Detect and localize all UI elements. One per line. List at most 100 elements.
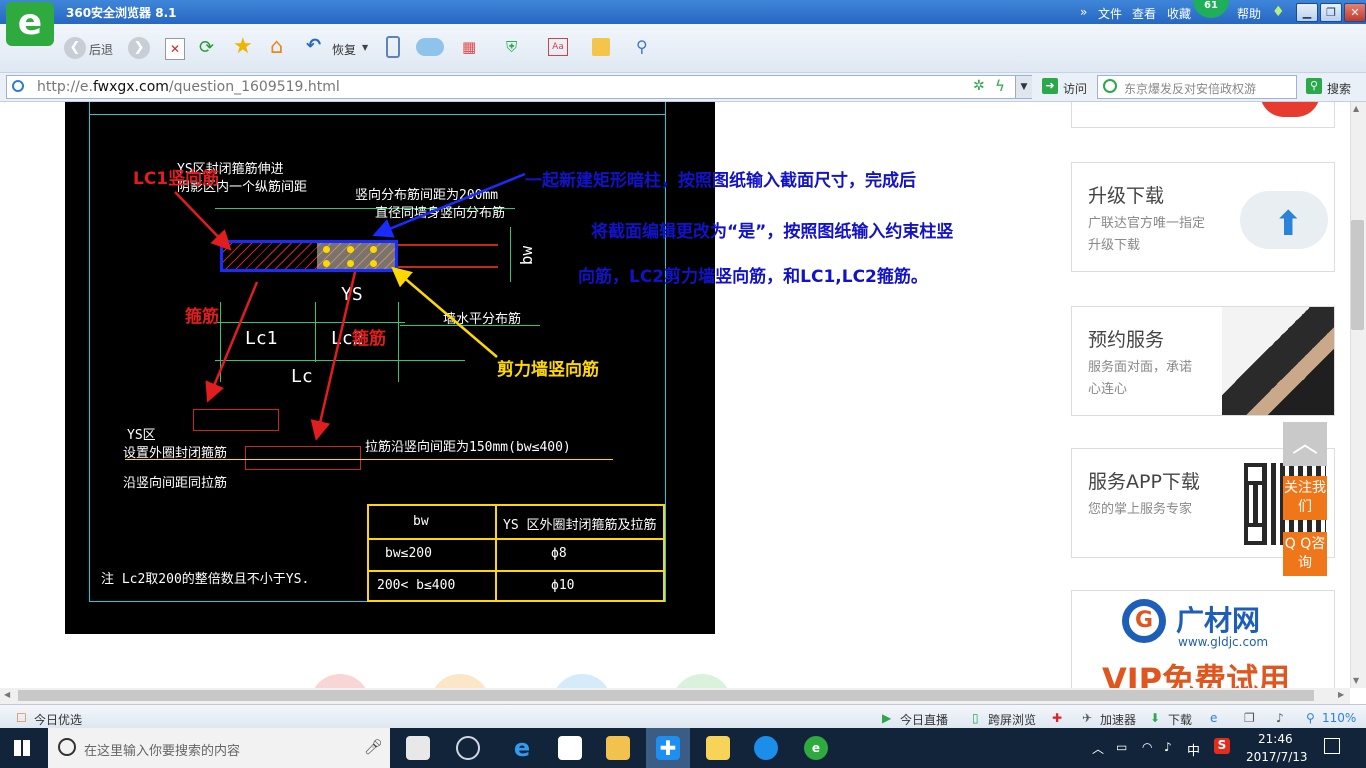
- loading-icon[interactable]: ✲: [973, 78, 985, 94]
- accelerator-link[interactable]: 加速器: [1100, 711, 1136, 728]
- remote-app-icon[interactable]: ✚: [656, 736, 680, 760]
- download-link[interactable]: 下载: [1168, 711, 1192, 728]
- accelerator-icon[interactable]: ✈: [1082, 711, 1092, 725]
- horizontal-scroll-thumb[interactable]: [18, 690, 1314, 701]
- microphone-icon[interactable]: 🎤︎: [364, 738, 383, 756]
- menu-help[interactable]: 帮助: [1237, 5, 1261, 22]
- live-link[interactable]: 今日直播: [900, 711, 948, 728]
- font-size-icon[interactable]: Aa: [548, 38, 568, 56]
- screenshot-icon[interactable]: [592, 38, 610, 56]
- ad-brand: 广材网: [1176, 604, 1261, 637]
- restore-button[interactable]: ❐: [1320, 3, 1342, 22]
- scroll-left-icon[interactable]: ◀: [4, 690, 10, 699]
- tray-expand-icon[interactable]: ︿: [1092, 740, 1104, 757]
- zoom-search-icon[interactable]: ⚲: [636, 37, 648, 56]
- scroll-right-icon[interactable]: ▶: [1338, 690, 1344, 699]
- vertical-scroll-thumb[interactable]: [1351, 220, 1364, 330]
- tray-sogou-icon[interactable]: S: [1214, 738, 1230, 754]
- back-label[interactable]: 后退: [89, 41, 113, 58]
- menu-overflow-icon[interactable]: »: [1080, 5, 1087, 19]
- edge-icon[interactable]: e: [510, 736, 534, 760]
- window-switch-icon[interactable]: ❐: [1244, 711, 1255, 725]
- store-icon[interactable]: [558, 736, 582, 760]
- glodon-app-icon[interactable]: [754, 736, 778, 760]
- go-button[interactable]: 访问: [1063, 80, 1087, 97]
- page-content: YS区封闭箍筋伸进 阴影区内一个纵筋间距 竖向分布筋间距为200mm 直径同墙身…: [0, 102, 1350, 688]
- home-icon[interactable]: ⌂: [270, 34, 283, 58]
- address-dropdown-icon[interactable]: ▼: [1015, 76, 1032, 98]
- undo-close-icon[interactable]: ↶: [306, 35, 321, 56]
- annotation-stirrup-2: 箍筋: [352, 329, 386, 349]
- browser-home-logo-icon[interactable]: e: [6, 2, 54, 46]
- page-icon: [12, 80, 24, 92]
- health-icon[interactable]: ✚: [1052, 711, 1062, 725]
- gldjc-logo-icon: G: [1122, 599, 1166, 643]
- tray-volume-icon[interactable]: ♪: [1164, 740, 1172, 754]
- menu-view[interactable]: 查看: [1132, 5, 1156, 22]
- minimize-button[interactable]: ▁: [1296, 3, 1318, 22]
- scroll-up-icon[interactable]: ▲: [1353, 104, 1359, 113]
- search-box[interactable]: 东京爆发反对安倍政权游: [1097, 75, 1297, 99]
- sidebar-card-appointment[interactable]: 预约服务 服务面对面，承诺心连心: [1071, 306, 1335, 416]
- zoom-level[interactable]: 110%: [1322, 711, 1356, 725]
- apps-grid-icon[interactable]: ▦: [462, 38, 480, 56]
- download-icon[interactable]: ⬇: [1150, 711, 1160, 725]
- task-view-icon[interactable]: [406, 736, 430, 760]
- restore-tab-label[interactable]: 恢复: [332, 41, 356, 58]
- follow-us-button[interactable]: 关注我们: [1283, 476, 1327, 520]
- daily-pick-link[interactable]: 今日优选: [34, 711, 82, 728]
- back-to-top-button[interactable]: ︿: [1283, 422, 1327, 466]
- qq-consult-button[interactable]: Q Q咨询: [1283, 532, 1327, 576]
- zoom-icon[interactable]: ⚲: [1306, 711, 1315, 725]
- scroll-down-icon[interactable]: ▼: [1353, 676, 1359, 685]
- search-input[interactable]: 东京爆发反对安倍政权游: [1124, 80, 1256, 97]
- sidebar-card-top[interactable]: [1071, 102, 1335, 128]
- speed-bolt-icon[interactable]: ϟ: [995, 77, 1005, 95]
- upgrade-title[interactable]: 升级下载: [1088, 181, 1164, 208]
- tray-wifi-icon[interactable]: ◠: [1142, 740, 1152, 754]
- notes-app-icon[interactable]: [706, 736, 730, 760]
- action-center-icon[interactable]: [1324, 738, 1340, 754]
- tray-battery-icon[interactable]: ▭: [1116, 740, 1127, 754]
- go-arrow-icon[interactable]: ➜: [1042, 78, 1058, 94]
- taskbar-search-input[interactable]: 在这里输入你要搜索的内容: [84, 740, 240, 759]
- ie-icon[interactable]: e: [1210, 711, 1217, 725]
- stop-icon[interactable]: ✕: [165, 38, 185, 60]
- search-engine-icon[interactable]: [1103, 79, 1117, 93]
- instruction-line-2: 将截面编辑更改为“是”，按照图纸输入约束柱竖: [591, 222, 954, 242]
- menu-file[interactable]: 文件: [1098, 5, 1122, 22]
- back-icon[interactable]: ❮: [64, 37, 86, 59]
- taskbar-search[interactable]: 在这里输入你要搜索的内容 🎤︎: [48, 728, 390, 768]
- search-icon[interactable]: ⚲: [1306, 78, 1322, 94]
- tray-ime[interactable]: 中: [1187, 740, 1200, 759]
- security-shield-icon[interactable]: ⛨: [506, 38, 524, 56]
- cross-screen-link[interactable]: 跨屏浏览: [988, 711, 1036, 728]
- tray-time[interactable]: 21:46: [1258, 732, 1293, 746]
- skin-icon[interactable]: ♦: [1272, 4, 1288, 20]
- appointment-title[interactable]: 预约服务: [1088, 325, 1164, 352]
- app-title[interactable]: 服务APP下载: [1088, 467, 1200, 494]
- volume-icon[interactable]: ♪: [1276, 711, 1284, 725]
- cloud-icon[interactable]: [416, 38, 444, 56]
- mobile-icon[interactable]: [386, 36, 400, 58]
- address-url[interactable]: http://e.fwxgx.com/question_1609519.html: [37, 79, 340, 95]
- sidebar-ad-gldjc[interactable]: G 广材网 www.gldjc.com VIP免费试用: [1071, 590, 1335, 688]
- daily-pick-icon[interactable]: ☐: [16, 711, 27, 725]
- chevron-down-icon[interactable]: ▼: [362, 43, 368, 52]
- tray-date[interactable]: 2017/7/13: [1246, 750, 1308, 764]
- menu-favorites[interactable]: 收藏: [1167, 5, 1191, 22]
- vertical-scrollbar[interactable]: [1350, 102, 1366, 688]
- live-icon[interactable]: ▶: [882, 711, 891, 725]
- close-button[interactable]: ✕: [1344, 3, 1366, 22]
- 360-browser-task-icon[interactable]: e: [804, 736, 828, 760]
- address-bar[interactable]: http://e.fwxgx.com/question_1609519.html…: [6, 75, 1032, 99]
- refresh-icon[interactable]: ⟳: [199, 37, 219, 59]
- file-explorer-icon[interactable]: [606, 736, 630, 760]
- forward-icon[interactable]: ❯: [128, 37, 150, 59]
- favorite-star-icon[interactable]: ★: [233, 34, 253, 59]
- windows-start-icon[interactable]: [14, 740, 30, 756]
- cross-screen-icon[interactable]: ▯: [972, 711, 979, 725]
- search-button[interactable]: 搜索: [1327, 80, 1351, 97]
- browser-swirl-icon[interactable]: [456, 736, 480, 760]
- sidebar-card-upgrade[interactable]: 升级下载 广联达官方唯一指定升级下载 ⬆: [1071, 162, 1335, 272]
